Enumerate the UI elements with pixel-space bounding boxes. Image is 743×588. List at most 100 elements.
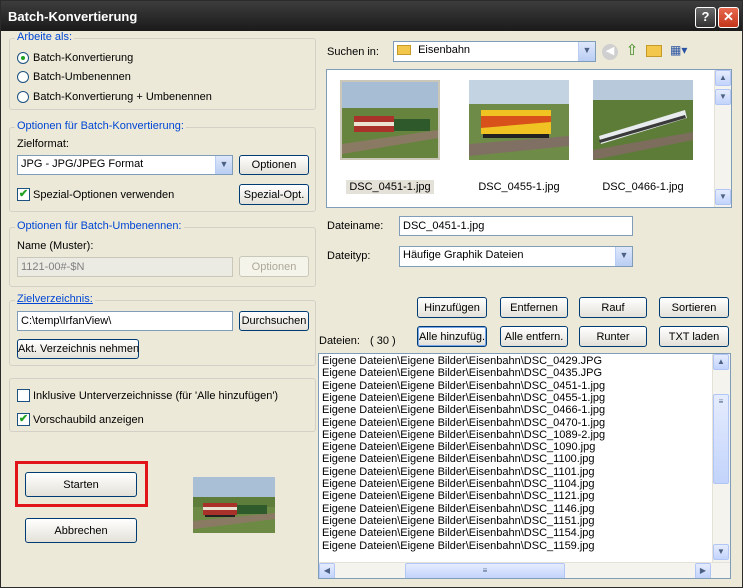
scroll-thumb[interactable]: ≡ [405,563,565,578]
radio-batch-convert-label[interactable]: Batch-Konvertierung [33,52,133,64]
file-list-item[interactable]: Eigene Dateien\Eigene Bilder\Eisenbahn\D… [322,355,602,367]
file-list-item[interactable]: Eigene Dateien\Eigene Bilder\Eisenbahn\D… [322,453,595,465]
chevron-down-icon[interactable]: ▼ [215,156,232,174]
target-dir-input[interactable]: C:\temp\IrfanView\ [17,311,233,331]
lookin-select[interactable]: Eisenbahn ▼ [393,41,596,62]
scroll-up-icon[interactable]: ▲ [715,70,731,86]
scroll-thumb[interactable]: ≡ [713,394,729,484]
lookin-label: Suchen in: [327,46,379,58]
file-list-item[interactable]: Eigene Dateien\Eigene Bilder\Eisenbahn\D… [322,490,595,502]
filetype-value: Häufige Graphik Dateien [403,249,524,261]
name-pattern-input[interactable]: 1121-00#-$N [17,257,233,277]
file-list-item[interactable]: Eigene Dateien\Eigene Bilder\Eisenbahn\D… [322,503,595,515]
view-menu-icon[interactable]: ▦▾ [670,43,694,59]
browse-button[interactable]: Durchsuchen [239,311,309,331]
file-list-vscrollbar[interactable]: ▲ ≡ ▼ [712,354,730,562]
chevron-down-icon[interactable]: ▼ [615,247,632,266]
file-list-item[interactable]: Eigene Dateien\Eigene Bilder\Eisenbahn\D… [322,515,595,527]
thumbnail-image [593,80,693,160]
show-preview-checkbox[interactable]: ✔ [17,413,30,426]
scroll-up-icon[interactable]: ▲ [713,354,729,370]
radio-convert-and-rename-label[interactable]: Batch-Konvertierung + Umbenennen [33,91,212,103]
include-subdirs-checkbox[interactable] [17,389,30,402]
add-all-button[interactable]: Alle hinzufüg. [417,326,487,347]
thumbnail-image [469,80,569,160]
new-folder-icon[interactable] [646,45,662,57]
scroll-down-icon[interactable]: ▼ [713,544,729,560]
up-folder-icon[interactable]: ⇧ [623,42,641,60]
thumbnail-item[interactable]: DSC_0466-1.jpg [593,80,693,193]
file-list-hscrollbar[interactable]: ◀ ≡ ▶ [319,562,730,578]
file-list-item[interactable]: Eigene Dateien\Eigene Bilder\Eisenbahn\D… [322,540,595,552]
files-label: Dateien: [319,335,360,347]
close-button[interactable]: ✕ [718,7,739,28]
start-button[interactable]: Starten [25,472,137,497]
thumbnail-caption: DSC_0451-1.jpg [346,180,434,194]
move-down-button[interactable]: Runter [579,326,647,347]
filename-input[interactable]: DSC_0451-1.jpg [399,216,633,236]
radio-batch-convert[interactable] [17,52,29,64]
special-options-label[interactable]: Spezial-Optionen verwenden [33,189,174,201]
filetype-select[interactable]: Häufige Graphik Dateien ▼ [399,246,633,267]
file-list-item[interactable]: Eigene Dateien\Eigene Bilder\Eisenbahn\D… [322,367,602,379]
thumbnail-caption: DSC_0466-1.jpg [602,181,684,193]
special-options-button[interactable]: Spezial-Opt. [239,184,309,205]
thumbnail-panel: DSC_0451-1.jpg DSC_0455-1.jpg DSC_0466-1… [326,69,732,208]
thumbnail-image [340,80,440,160]
title-bar[interactable]: Batch-Konvertierung ? ✕ [1,1,742,31]
use-current-dir-button[interactable]: Akt. Verzeichnis nehmen [17,339,139,359]
load-txt-button[interactable]: TXT laden [659,326,729,347]
radio-convert-and-rename[interactable] [17,91,29,103]
filetype-label: Dateityp: [327,250,371,262]
add-button[interactable]: Hinzufügen [417,297,487,318]
work-as-label: Arbeite als: [15,31,75,43]
target-format-value: JPG - JPG/JPEG Format [21,158,144,170]
scroll-down-icon[interactable]: ▼ [715,189,731,205]
window-title: Batch-Konvertierung [8,9,138,24]
thumbnail-item[interactable]: DSC_0451-1.jpg [340,80,440,194]
name-pattern-label: Name (Muster): [17,240,94,252]
thumbnail-item[interactable]: DSC_0455-1.jpg [469,80,569,193]
file-list-item[interactable]: Eigene Dateien\Eigene Bilder\Eisenbahn\D… [322,478,595,490]
file-list-item[interactable]: Eigene Dateien\Eigene Bilder\Eisenbahn\D… [322,441,595,453]
chevron-down-icon[interactable]: ▼ [578,42,595,61]
folder-icon [397,45,411,56]
radio-batch-rename-label[interactable]: Batch-Umbenennen [33,71,131,83]
remove-button[interactable]: Entfernen [500,297,568,318]
thumbnail-caption: DSC_0455-1.jpg [478,181,560,193]
file-list[interactable]: Eigene Dateien\Eigene Bilder\Eisenbahn\D… [318,353,731,579]
thumbnail-scrollbar[interactable]: ▲ ▼ ▼ [714,70,731,207]
preview-image [193,477,275,533]
file-list-item[interactable]: Eigene Dateien\Eigene Bilder\Eisenbahn\D… [322,404,605,416]
move-up-button[interactable]: Rauf [579,297,647,318]
target-format-label: Zielformat: [17,138,69,150]
target-format-select[interactable]: JPG - JPG/JPEG Format ▼ [17,155,233,175]
file-list-item[interactable]: Eigene Dateien\Eigene Bilder\Eisenbahn\D… [322,527,595,539]
rename-options-label: Optionen für Batch-Umbenennen: [15,220,184,232]
cancel-button[interactable]: Abbrechen [25,518,137,543]
convert-options-label: Optionen für Batch-Konvertierung: [15,120,186,132]
rename-options-button[interactable]: Optionen [239,256,309,277]
file-list-item[interactable]: Eigene Dateien\Eigene Bilder\Eisenbahn\D… [322,466,595,478]
file-list-item[interactable]: Eigene Dateien\Eigene Bilder\Eisenbahn\D… [322,392,605,404]
filename-label: Dateiname: [327,220,384,232]
include-subdirs-label[interactable]: Inklusive Unterverzeichnisse (für 'Alle … [33,390,278,402]
show-preview-label[interactable]: Vorschaubild anzeigen [33,414,144,426]
batch-dialog: Batch-Konvertierung ? ✕ Arbeite als: Bat… [0,0,743,588]
convert-options-button[interactable]: Optionen [239,155,309,175]
help-button[interactable]: ? [695,7,716,28]
scroll-down-icon[interactable]: ▼ [715,89,731,105]
remove-all-button[interactable]: Alle entfern. [500,326,568,347]
sort-button[interactable]: Sortieren [659,297,729,318]
lookin-folder-value: Eisenbahn [418,44,471,56]
file-list-item[interactable]: Eigene Dateien\Eigene Bilder\Eisenbahn\D… [322,380,605,392]
file-list-item[interactable]: Eigene Dateien\Eigene Bilder\Eisenbahn\D… [322,429,605,441]
scroll-left-icon[interactable]: ◀ [319,563,335,578]
target-dir-label: Zielverzeichnis: [15,293,95,305]
radio-batch-rename[interactable] [17,71,29,83]
file-list-item[interactable]: Eigene Dateien\Eigene Bilder\Eisenbahn\D… [322,417,605,429]
files-count: ( 30 ) [370,335,396,347]
back-icon[interactable]: ◀ [602,44,618,60]
scroll-right-icon[interactable]: ▶ [695,563,711,578]
special-options-checkbox[interactable]: ✔ [17,188,30,201]
